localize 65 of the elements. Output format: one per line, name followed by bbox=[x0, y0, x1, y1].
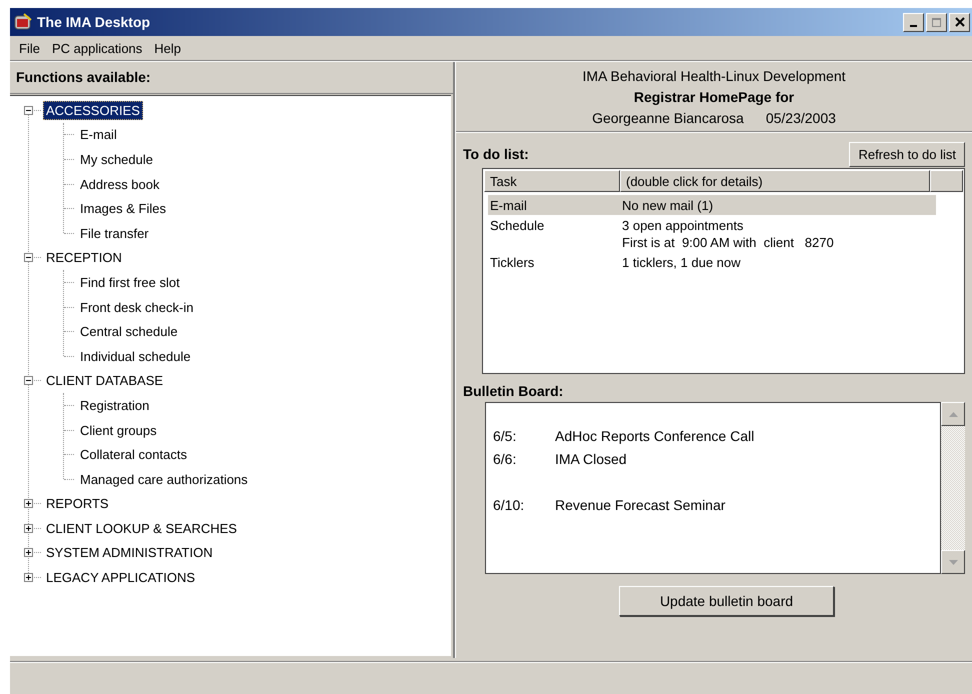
tree-item[interactable]: LEGACY APPLICATIONS bbox=[43, 568, 198, 588]
page-heading: Registrar HomePage for bbox=[634, 88, 794, 107]
maximize-icon bbox=[931, 16, 942, 28]
panel-title: Functions available: bbox=[10, 62, 453, 94]
expand-icon[interactable] bbox=[24, 573, 33, 582]
update-button[interactable]: Update bulletin board bbox=[619, 586, 834, 616]
tree-item[interactable]: Individual schedule bbox=[77, 346, 194, 366]
tree-item[interactable]: Images & Files bbox=[77, 199, 169, 218]
tree-item[interactable]: CLIENT LOOKUP & SEARCHES bbox=[43, 518, 240, 538]
table-cell-text: First is at 9:00 AM with client 8270 bbox=[622, 234, 835, 251]
expand-icon[interactable] bbox=[24, 548, 33, 558]
collapse-icon[interactable] bbox=[24, 376, 33, 386]
expand-icon[interactable] bbox=[24, 524, 33, 533]
tree-item[interactable]: ACCESSORIES bbox=[43, 100, 143, 120]
tree-item[interactable]: Registration bbox=[77, 396, 152, 415]
minimize-button[interactable] bbox=[903, 12, 924, 32]
table-row[interactable]: Ticklers 1 ticklers, 1 due now bbox=[488, 252, 936, 272]
tree-item[interactable]: RECEPTION bbox=[43, 248, 125, 268]
section-title: Bulletin Board: bbox=[463, 382, 564, 401]
close-button[interactable] bbox=[949, 12, 970, 32]
column-header[interactable] bbox=[930, 170, 963, 192]
tree-item[interactable]: Front desk check-in bbox=[77, 298, 196, 317]
tree-item[interactable]: Central schedule bbox=[77, 322, 181, 342]
tree-item[interactable]: Managed care authorizations bbox=[77, 470, 251, 489]
table-cell-text: Ticklers bbox=[489, 254, 536, 272]
tree-item[interactable]: Find first free slot bbox=[77, 272, 183, 292]
bulletin-entry: AdHoc Reports Conference Call bbox=[555, 427, 754, 446]
tree-item[interactable]: Client groups bbox=[77, 420, 160, 440]
bulletin-date: 6/5: bbox=[493, 427, 518, 446]
table-cell-text: 3 open appointments bbox=[622, 217, 744, 234]
tree-item[interactable]: Collateral contacts bbox=[77, 445, 190, 464]
tree-item[interactable]: Address book bbox=[77, 174, 162, 194]
table-cell-text: 1 ticklers, 1 due now bbox=[622, 254, 742, 271]
menu-item[interactable]: File bbox=[13, 38, 46, 58]
table-cell-text: No new mail (1) bbox=[622, 197, 714, 214]
app-logo-icon bbox=[14, 13, 32, 31]
tree-item[interactable]: E-mail bbox=[77, 125, 120, 144]
user-name: Georgeanne Biancarosa bbox=[592, 109, 744, 128]
close-icon bbox=[954, 17, 964, 27]
refresh-button[interactable]: Refresh to do list bbox=[849, 142, 965, 166]
tree-item[interactable]: SYSTEM ADMINISTRATION bbox=[43, 543, 216, 562]
tree-item[interactable]: File transfer bbox=[77, 224, 152, 243]
menu-item[interactable]: PC applications bbox=[46, 38, 148, 58]
table-cell-text: Schedule bbox=[489, 217, 546, 235]
tree-item[interactable]: CLIENT DATABASE bbox=[43, 371, 166, 390]
column-header[interactable]: Task bbox=[484, 170, 620, 192]
tree-item[interactable]: REPORTS bbox=[43, 494, 112, 514]
minimize-icon bbox=[910, 25, 917, 27]
bulletin-date: 6/6: bbox=[493, 450, 518, 469]
bulletin-entry: Revenue Forecast Seminar bbox=[555, 496, 726, 515]
collapse-icon[interactable] bbox=[24, 106, 33, 115]
expand-icon[interactable] bbox=[24, 499, 33, 508]
table-row[interactable]: Schedule 3 open appointments First is at 9:00 AM with client 8270 bbox=[488, 215, 936, 252]
table-cell-text: E-mail bbox=[489, 197, 528, 215]
menu-item[interactable]: Help bbox=[148, 38, 188, 58]
section-title: To do list: bbox=[463, 146, 529, 162]
collapse-icon[interactable] bbox=[24, 253, 33, 262]
date-text: 05/23/2003 bbox=[766, 109, 836, 128]
bulletin-date: 6/10: bbox=[493, 496, 526, 515]
column-header[interactable]: (double click for details) bbox=[620, 170, 930, 192]
tree-item[interactable]: My schedule bbox=[77, 150, 156, 169]
window-title: The IMA Desktop bbox=[37, 14, 152, 30]
organization-name: IMA Behavioral Health-Linux Development bbox=[582, 67, 846, 86]
table-row[interactable]: E-mail No new mail (1) bbox=[488, 195, 936, 215]
bulletin-entry: IMA Closed bbox=[555, 450, 627, 469]
